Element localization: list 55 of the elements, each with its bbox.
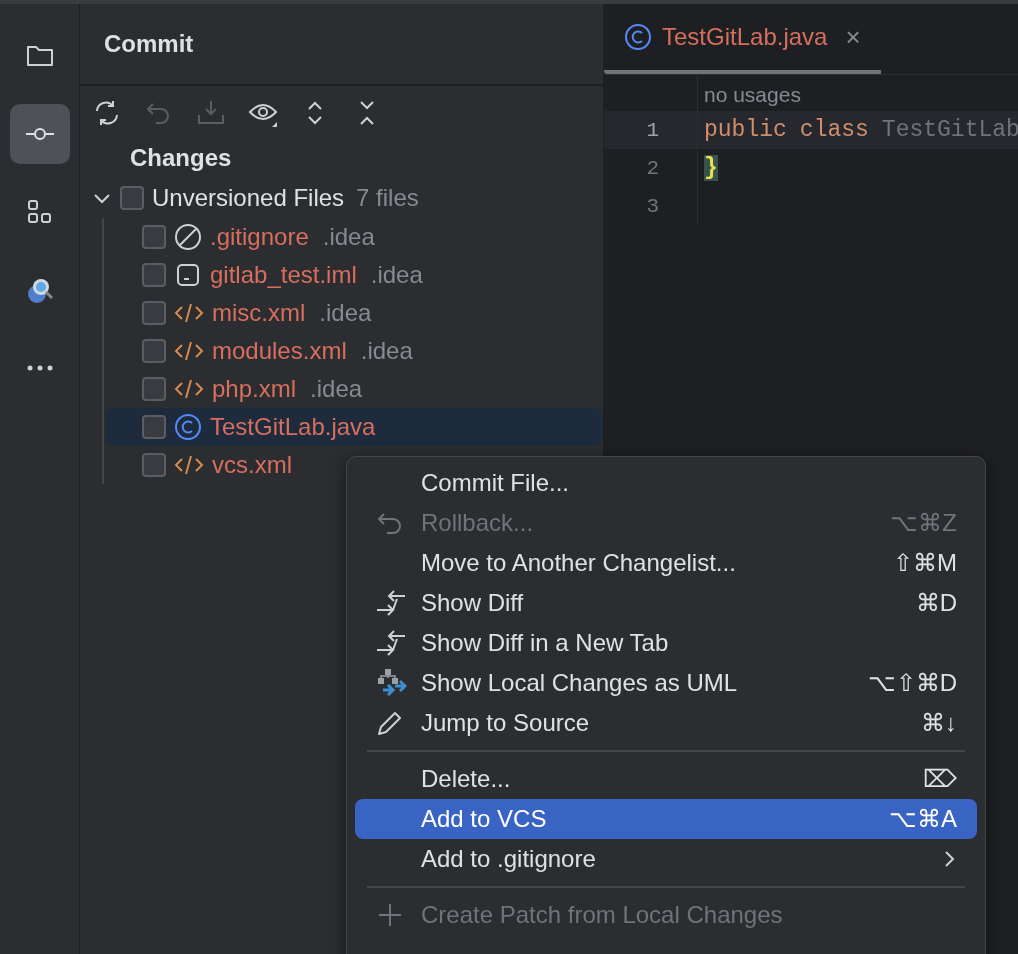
menu-item[interactable]: Move to Another Changelist... ⇧⌘M (355, 543, 977, 583)
module-icon (174, 261, 202, 289)
diagram-icon (375, 668, 407, 698)
line-number: 2 (604, 149, 698, 187)
file-name: vcs.xml (212, 451, 292, 479)
line-number: 1 (604, 111, 698, 149)
checkbox[interactable] (142, 301, 166, 325)
menu-item[interactable]: Show Diff in a New Tab (355, 623, 977, 663)
folder-name: .idea (310, 375, 363, 403)
code-keyword: public (704, 117, 787, 143)
file-name: modules.xml (212, 337, 347, 365)
file-name: gitlab_test.iml (210, 261, 357, 289)
file-row[interactable]: .gitignore .idea (82, 218, 603, 256)
code-brace: } (704, 155, 718, 181)
checkbox[interactable] (142, 339, 166, 363)
menu-item[interactable]: Show Local Changes as UML ⌥⇧⌘D (355, 663, 977, 703)
checkbox[interactable] (120, 186, 144, 210)
editor-tab[interactable]: TestGitLab.java × (604, 4, 881, 74)
code-identifier: TestGitLab (881, 117, 1018, 143)
code-keyword: class (799, 117, 869, 143)
checkbox[interactable] (142, 415, 166, 439)
file-row[interactable]: modules.xml .idea (82, 332, 603, 370)
menu-item[interactable]: Commit File... (355, 463, 977, 503)
file-name: TestGitLab.java (210, 413, 376, 441)
checkbox[interactable] (142, 377, 166, 401)
tool-window-button[interactable] (9, 104, 70, 164)
file-row[interactable]: misc.xml .idea (82, 294, 603, 332)
folder-name: .idea (370, 261, 423, 289)
file-row[interactable]: gitlab_test.iml .idea (82, 256, 603, 294)
file-name: .gitignore (210, 223, 309, 251)
checkbox[interactable] (142, 263, 166, 287)
menu-item[interactable]: Delete... ⌦ (355, 759, 977, 799)
class-icon (624, 23, 652, 51)
line-number: 3 (604, 187, 698, 225)
panel-title: Commit (104, 30, 194, 58)
menu-item[interactable]: Show Diff ⌘D (355, 583, 977, 623)
section-heading: Changes (130, 144, 232, 173)
file-row[interactable]: TestGitLab.java (106, 408, 603, 446)
file-name: php.xml (212, 375, 297, 403)
folder-name: .idea (360, 337, 413, 365)
file-row[interactable]: php.xml .idea (82, 370, 603, 408)
folder-name: .idea (322, 223, 375, 251)
checkbox[interactable] (142, 225, 166, 249)
menu-item[interactable]: Add to .gitignore (355, 839, 977, 879)
no-entry-icon (174, 223, 202, 251)
group-label: Unversioned Files (152, 184, 345, 212)
file-count: 7 files (356, 184, 419, 212)
class-icon (174, 413, 202, 441)
usage-hint: no usages (703, 82, 802, 108)
checkbox[interactable] (142, 453, 166, 477)
file-name: misc.xml (212, 299, 306, 327)
menu-item[interactable]: Add to VCS ⌥⌘A (355, 799, 977, 839)
close-icon[interactable]: × (845, 21, 861, 53)
menu-item[interactable]: Jump to Source ⌘↓ (355, 703, 977, 743)
folder-name: .idea (319, 299, 372, 327)
